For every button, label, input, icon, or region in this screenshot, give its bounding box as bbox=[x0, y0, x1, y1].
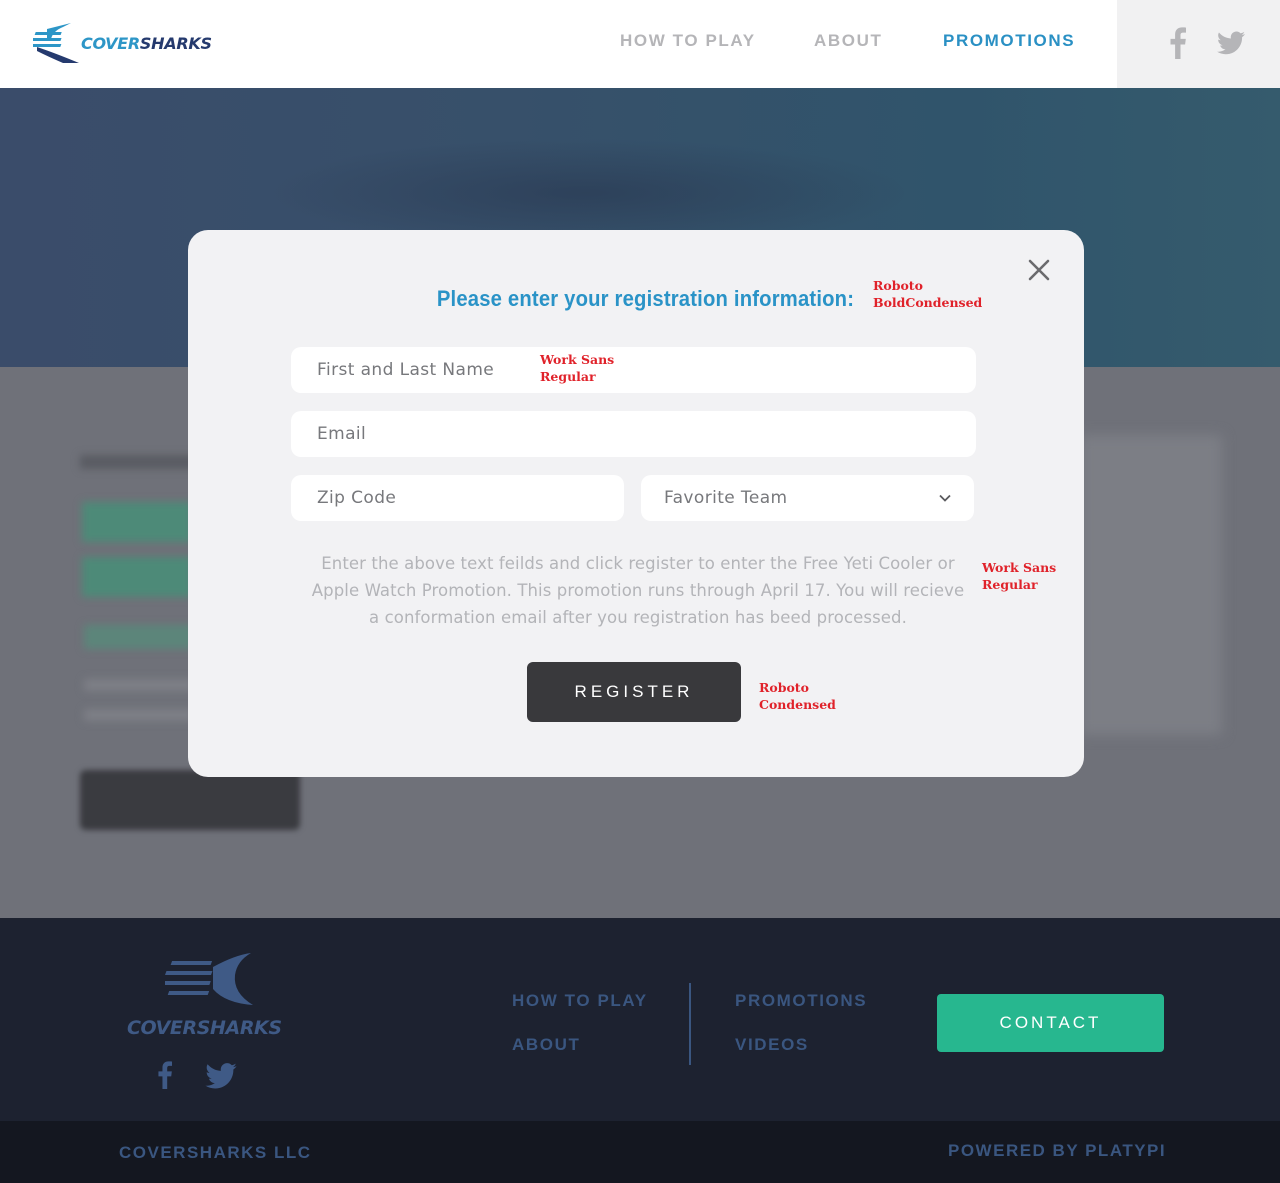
facebook-icon[interactable] bbox=[158, 1060, 172, 1090]
register-button[interactable]: REGISTER bbox=[527, 662, 741, 722]
zip-field[interactable] bbox=[291, 475, 624, 521]
blurred-headline bbox=[82, 557, 192, 597]
blurred-button bbox=[80, 770, 300, 830]
blurred-text bbox=[80, 455, 200, 469]
footer-divider bbox=[689, 983, 691, 1065]
footer-brand-wordmark: COVERSHARKS bbox=[127, 1017, 282, 1039]
contact-button[interactable]: CONTACT bbox=[937, 994, 1164, 1052]
sub-footer: COVERSHARKS LLC POWERED BY PLATYPI bbox=[0, 1121, 1280, 1183]
company-name: COVERSHARKS LLC bbox=[119, 1143, 312, 1162]
blurred-product-image bbox=[1080, 435, 1222, 735]
header-social bbox=[1117, 0, 1280, 88]
coversharks-logo[interactable]: COVERSHARKS bbox=[30, 23, 223, 65]
font-annotation-fields: Work Sans Regular bbox=[540, 352, 615, 384]
brand-wordmark: COVERSHARKS bbox=[81, 34, 212, 53]
site-header: COVERSHARKS HOW TO PLAY ABOUT PROMOTIONS bbox=[0, 0, 1280, 88]
font-annotation-description: Work Sans Regular bbox=[982, 560, 1057, 592]
twitter-icon[interactable] bbox=[1217, 31, 1245, 55]
powered-by-link[interactable]: POWERED BY PLATYPI bbox=[948, 1141, 1166, 1161]
blurred-text bbox=[84, 709, 194, 721]
footer-nav-how-to-play[interactable]: HOW TO PLAY bbox=[512, 991, 648, 1011]
close-icon[interactable] bbox=[1028, 259, 1050, 281]
site-footer: COVERSHARKS HOW TO PLAY ABOUT PROMOTIONS… bbox=[0, 918, 1280, 1121]
email-field[interactable] bbox=[291, 411, 976, 457]
footer-logo[interactable]: COVERSHARKS bbox=[125, 953, 285, 1043]
font-annotation-button: Roboto Condensed bbox=[759, 680, 836, 712]
registration-modal: Please enter your registration informati… bbox=[188, 230, 1084, 777]
nav-how-to-play[interactable]: HOW TO PLAY bbox=[620, 31, 756, 51]
name-input[interactable] bbox=[317, 347, 976, 393]
name-field[interactable] bbox=[291, 347, 976, 393]
font-annotation-title: Roboto BoldCondensed bbox=[873, 278, 983, 310]
footer-nav-about[interactable]: ABOUT bbox=[512, 1035, 580, 1055]
shark-fin-icon bbox=[30, 23, 79, 63]
favorite-team-value: Favorite Team bbox=[664, 488, 788, 508]
twitter-icon[interactable] bbox=[205, 1063, 237, 1089]
email-input[interactable] bbox=[317, 411, 976, 457]
zip-input[interactable] bbox=[317, 475, 624, 521]
footer-nav-promotions[interactable]: PROMOTIONS bbox=[735, 991, 867, 1011]
nav-promotions[interactable]: PROMOTIONS bbox=[943, 31, 1075, 51]
shark-fin-icon bbox=[165, 953, 253, 1005]
nav-about[interactable]: ABOUT bbox=[814, 31, 882, 51]
promo-description: Enter the above text feilds and click re… bbox=[311, 554, 965, 627]
blurred-subhead bbox=[84, 625, 194, 649]
facebook-icon[interactable] bbox=[1170, 27, 1186, 59]
chevron-down-icon bbox=[939, 494, 951, 502]
blurred-headline bbox=[82, 502, 192, 542]
favorite-team-select[interactable]: Favorite Team bbox=[641, 475, 974, 521]
footer-nav-videos[interactable]: VIDEOS bbox=[735, 1035, 809, 1055]
blurred-text bbox=[84, 679, 194, 691]
